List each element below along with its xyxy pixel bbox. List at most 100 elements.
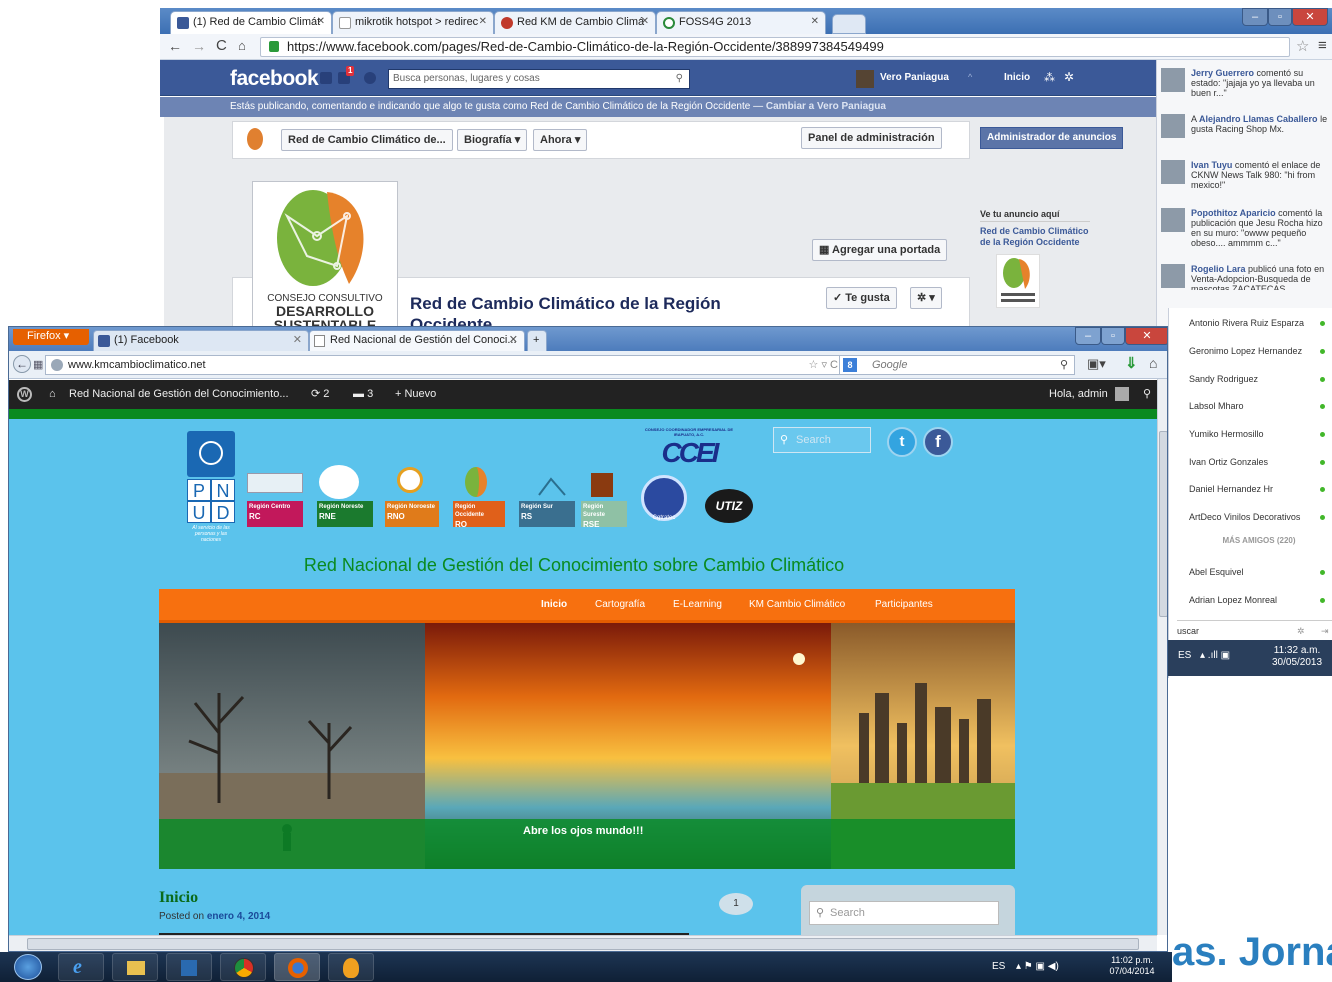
friend-requests-icon[interactable] bbox=[320, 72, 332, 84]
chrome-tab-mikrotik[interactable]: mikrotik hotspot > redirec ✕ bbox=[332, 11, 494, 34]
chat-contact[interactable]: Daniel Hernandez Hr bbox=[1189, 478, 1329, 500]
address-bar[interactable]: https://www.facebook.com/pages/Red-de-Ca… bbox=[260, 37, 1290, 57]
region-tag-ro[interactable]: Región Occidente RO bbox=[453, 501, 505, 529]
chrome-tab-foss4g[interactable]: FOSS4G 2013 ✕ bbox=[656, 11, 826, 34]
language-indicator[interactable]: ES bbox=[992, 961, 1005, 972]
google-icon[interactable]: 8 bbox=[843, 358, 857, 372]
minimize-button[interactable]: – bbox=[1242, 8, 1268, 26]
history-icon[interactable]: ▦ bbox=[33, 358, 43, 371]
bookmarks-menu-icon[interactable]: ▣▾ bbox=[1087, 356, 1106, 372]
timeline-dropdown[interactable]: Biografía ▾ bbox=[457, 129, 528, 151]
profile-picture[interactable]: CONSEJO CONSULTIVO DESARROLLO SUSTENTABL… bbox=[252, 181, 398, 328]
page-settings-gear-icon[interactable]: ✲ ▾ bbox=[910, 287, 942, 309]
clock[interactable]: 11:02 p.m. 07/04/2014 bbox=[1102, 955, 1162, 977]
chat-popout-icon[interactable]: ⇥ bbox=[1321, 621, 1329, 641]
home-icon[interactable]: ⌂ bbox=[238, 38, 246, 53]
bookmark-star-icon[interactable]: ☆ bbox=[1296, 37, 1309, 55]
chat-contact[interactable]: Geronimo Lopez Hernandez bbox=[1189, 340, 1329, 362]
hero-banner[interactable]: Abre los ojos mundo!!! bbox=[159, 623, 1015, 869]
ticker-item[interactable]: Rogelio Lara publicó una foto en Venta-A… bbox=[1161, 264, 1331, 290]
post-date-link[interactable]: enero 4, 2014 bbox=[207, 911, 270, 922]
globe-icon[interactable] bbox=[364, 72, 376, 84]
reload-icon[interactable]: C bbox=[216, 37, 227, 54]
horizontal-scrollbar[interactable] bbox=[9, 935, 1157, 951]
taskbar-ie-icon[interactable]: e bbox=[58, 953, 104, 981]
search-icon[interactable]: ⚲ bbox=[676, 70, 683, 88]
chat-contact[interactable]: Antonio Rivera Ruiz Esparza bbox=[1189, 312, 1329, 334]
settings-gear-icon[interactable]: ✲ bbox=[1064, 70, 1074, 84]
back-arrow-icon[interactable]: ← bbox=[168, 38, 182, 54]
close-tab-icon[interactable]: ✕ bbox=[317, 16, 325, 27]
chat-settings-gear-icon[interactable]: ✲ bbox=[1297, 621, 1305, 641]
nav-item-elearning[interactable]: E-Learning bbox=[665, 589, 730, 621]
close-tab-icon[interactable]: ✕ bbox=[293, 331, 302, 349]
tray-icons[interactable]: ▴ ⚑ ▣ ◀) bbox=[1016, 961, 1059, 972]
site-home-icon[interactable]: ⌂ bbox=[49, 380, 56, 409]
vertical-scrollbar[interactable] bbox=[1157, 379, 1167, 935]
chrome-tab-facebook[interactable]: (1) Red de Cambio Climát ✕ bbox=[170, 11, 332, 34]
facebook-search-input[interactable]: Busca personas, lugares y cosas ⚲ bbox=[388, 69, 690, 89]
post-title[interactable]: Inicio bbox=[159, 889, 198, 907]
cgtratec-logo[interactable]: Cgtratec bbox=[641, 475, 687, 521]
page-title[interactable]: Red de Cambio Climático de la Región Occ… bbox=[410, 293, 760, 328]
back-arrow-icon[interactable]: ← bbox=[13, 355, 31, 373]
maximize-button[interactable]: ▫ bbox=[1101, 327, 1125, 345]
account-link[interactable]: Hola, admin bbox=[1049, 380, 1108, 409]
taskbar-media-icon[interactable] bbox=[166, 953, 212, 981]
chat-contact[interactable]: Adrian Lopez Monreal bbox=[1189, 589, 1329, 611]
taskbar-chrome-icon[interactable] bbox=[220, 953, 266, 981]
comment-count-bubble[interactable]: 1 bbox=[719, 893, 753, 915]
switch-profile-link[interactable]: Cambiar a Vero Paniagua bbox=[766, 101, 886, 112]
start-button[interactable] bbox=[14, 954, 42, 980]
updates-link[interactable]: ⟳ 2 bbox=[311, 380, 329, 409]
region-tag-rse[interactable]: Región Sureste RSE bbox=[581, 501, 627, 529]
close-tab-icon[interactable]: ✕ bbox=[641, 16, 649, 27]
chat-contact[interactable]: Ivan Ortiz Gonzales bbox=[1189, 451, 1329, 473]
twitter-icon[interactable]: t bbox=[887, 427, 917, 457]
privacy-shortcuts-icon[interactable]: ⁂ bbox=[1044, 71, 1055, 84]
nav-item-km-cambio-climatico[interactable]: KM Cambio Climático bbox=[741, 589, 853, 621]
taskbar-app-icon[interactable] bbox=[328, 953, 374, 981]
ads-manager-button[interactable]: Administrador de anuncios bbox=[980, 127, 1124, 149]
sidebar-search-input[interactable]: ⚲ Search bbox=[809, 901, 999, 925]
user-avatar[interactable] bbox=[856, 70, 874, 88]
facebook-icon[interactable]: f bbox=[923, 427, 953, 457]
chat-search-input[interactable]: uscar ✲ ⇥ bbox=[1177, 620, 1332, 640]
chat-contact[interactable]: Yumiko Hermosillo bbox=[1189, 423, 1329, 445]
taskbar-explorer-icon[interactable] bbox=[112, 953, 158, 981]
comments-link[interactable]: ▬ 3 bbox=[353, 380, 373, 409]
nav-item-participantes[interactable]: Participantes bbox=[867, 589, 941, 621]
site-name-link[interactable]: Red Nacional de Gestión del Conocimiento… bbox=[69, 380, 289, 409]
header-search-input[interactable]: ⚲ Search bbox=[773, 427, 871, 453]
firefox-tab-facebook[interactable]: (1) Facebook ✕ bbox=[93, 330, 309, 351]
bookmark-star-icon[interactable]: ☆ ▿ C bbox=[809, 356, 838, 374]
like-button[interactable]: ✓ Te gusta bbox=[826, 287, 897, 309]
close-button[interactable]: ✕ bbox=[1292, 8, 1328, 26]
chat-contact[interactable]: Abel Esquivel bbox=[1189, 561, 1329, 583]
new-tab-button[interactable] bbox=[832, 14, 866, 34]
pnud-logo[interactable]: P N U D Al servicio de las personas y la… bbox=[187, 431, 235, 549]
page-name-button[interactable]: Red de Cambio Climático de... bbox=[281, 129, 453, 151]
scrollbar-thumb[interactable] bbox=[1159, 431, 1167, 617]
avatar[interactable] bbox=[1115, 387, 1129, 401]
search-icon[interactable]: ⚲ bbox=[1060, 356, 1068, 374]
region-tag-rne[interactable]: Región Noreste RNE bbox=[317, 501, 373, 527]
minimize-button[interactable]: – bbox=[1075, 327, 1101, 345]
chat-contact[interactable]: Sandy Rodriguez bbox=[1189, 368, 1329, 390]
taskbar-firefox-icon[interactable] bbox=[274, 953, 320, 981]
search-engine-input[interactable]: 8 Google ⚲ bbox=[839, 355, 1075, 375]
address-bar[interactable]: www.kmcambioclimatico.net ☆ ▿ C bbox=[45, 355, 845, 375]
region-tag-rno[interactable]: Región Noroeste RNO bbox=[385, 501, 439, 527]
close-tab-icon[interactable]: ✕ bbox=[479, 16, 487, 27]
add-cover-button[interactable]: ▦ Agregar una portada bbox=[812, 239, 948, 261]
chat-contact[interactable]: Labsol Mharo bbox=[1189, 395, 1329, 417]
chrome-tab-red-km[interactable]: Red KM de Cambio Climá ✕ bbox=[494, 11, 656, 34]
firefox-tab-red-nacional[interactable]: Red Nacional de Gestión del Conoci... ✕ bbox=[309, 330, 525, 351]
forward-arrow-icon[interactable]: → bbox=[192, 38, 206, 54]
admin-panel-button[interactable]: Panel de administración bbox=[801, 127, 942, 149]
close-tab-icon[interactable]: ✕ bbox=[509, 331, 518, 349]
download-icon[interactable]: ⇓ bbox=[1125, 354, 1138, 372]
wordpress-logo-icon[interactable]: W bbox=[17, 387, 32, 402]
nav-item-inicio[interactable]: Inicio bbox=[533, 589, 575, 621]
site-title[interactable]: Red Nacional de Gestión del Conocimiento… bbox=[159, 555, 989, 576]
